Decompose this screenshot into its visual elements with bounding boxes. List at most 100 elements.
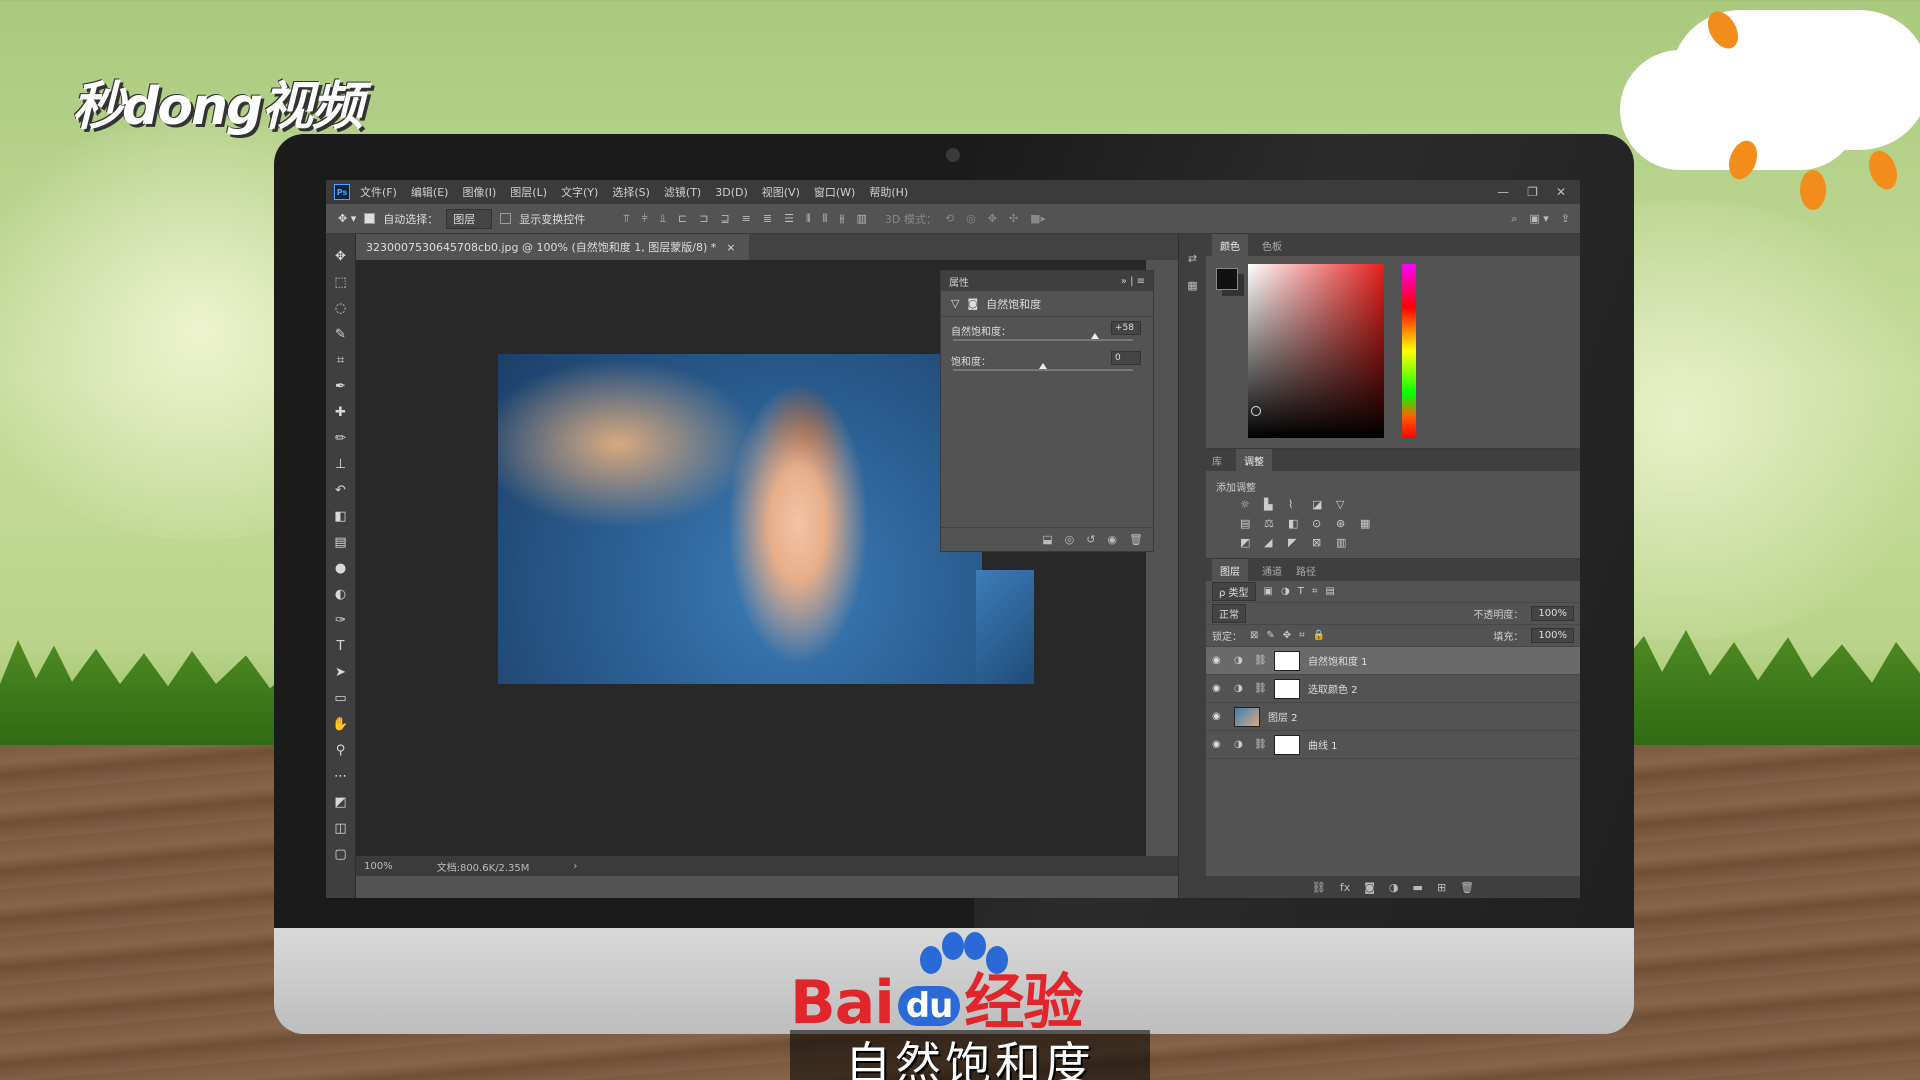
tab-swatches[interactable]: 色板 (1262, 238, 1282, 253)
foreground-background-color-icon[interactable]: ◩ (330, 792, 352, 812)
close-tab-icon[interactable]: × (726, 241, 735, 254)
3d-roll-icon[interactable]: ◎ (966, 212, 976, 225)
align-vcenter-icon[interactable]: ⫩ (641, 212, 647, 226)
align-top-icon[interactable]: ⫪ (623, 212, 629, 226)
minimize-button[interactable]: — (1497, 185, 1509, 199)
new-group-icon[interactable]: ▬ (1413, 881, 1423, 894)
selective-color-icon[interactable]: ⊠ (1312, 536, 1334, 549)
blur-tool-icon[interactable]: ● (330, 558, 352, 578)
tab-layers[interactable]: 图层 (1212, 558, 1248, 582)
lock-artboard-icon[interactable]: ⌗ (1299, 630, 1305, 641)
chain-link-icon[interactable]: ⛓ (1254, 683, 1267, 694)
hue-saturation-icon[interactable]: ▤ (1240, 517, 1262, 530)
link-layers-icon[interactable]: ⛓ (1312, 881, 1326, 894)
tab-libraries[interactable]: 库 (1212, 453, 1222, 468)
visibility-icon[interactable]: ◉ (1107, 533, 1117, 546)
curves-icon[interactable]: ⌇ (1288, 498, 1310, 511)
color-lookup-icon[interactable]: ▦ (1360, 517, 1382, 530)
menu-edit[interactable]: 编辑(E) (411, 184, 449, 200)
lock-transparent-icon[interactable]: ⊠ (1250, 630, 1258, 641)
share-icon[interactable]: ⇪ (1561, 212, 1570, 226)
menu-layer[interactable]: 图层(L) (510, 184, 547, 200)
3d-rotate-icon[interactable]: ⟲ (945, 212, 954, 225)
eraser-tool-icon[interactable]: ◧ (330, 506, 352, 526)
layer-mask-icon[interactable]: ◙ (967, 297, 978, 310)
marquee-tool-icon[interactable]: ⬚ (330, 272, 352, 292)
photo-filter-icon[interactable]: ⊙ (1312, 517, 1334, 530)
layer-filter-dropdown[interactable]: ρ 类型 (1212, 582, 1256, 601)
menu-view[interactable]: 视图(V) (762, 184, 800, 200)
vibrance-slider-thumb[interactable] (1091, 333, 1100, 339)
black-white-icon[interactable]: ◧ (1288, 517, 1310, 530)
distribute-bottom-icon[interactable]: ☰ (784, 212, 794, 226)
lock-all-icon[interactable]: 🔒 (1313, 630, 1325, 641)
eye-icon[interactable]: ◉ (1212, 739, 1226, 750)
hand-tool-icon[interactable]: ✋ (330, 714, 352, 734)
menu-window[interactable]: 窗口(W) (814, 184, 855, 200)
color-picker-cursor[interactable] (1251, 406, 1261, 416)
layer-row[interactable]: ◉ 图层 2 (1206, 703, 1580, 731)
show-transform-checkbox[interactable] (500, 213, 512, 224)
posterize-icon[interactable]: ◢ (1264, 536, 1286, 549)
tab-paths[interactable]: 路径 (1296, 563, 1316, 578)
levels-icon[interactable]: ▙ (1264, 498, 1286, 511)
vibrance-slider[interactable] (953, 333, 1133, 341)
saturation-value-input[interactable]: 0 (1111, 351, 1141, 365)
delete-layer-icon[interactable]: 🗑 (1460, 881, 1474, 894)
screen-mode-icon[interactable]: ▢ (330, 844, 352, 864)
quick-mask-icon[interactable]: ◫ (330, 818, 352, 838)
menu-file[interactable]: 文件(F) (360, 184, 397, 200)
auto-select-dropdown[interactable]: 图层 (446, 208, 493, 229)
fill-input[interactable]: 100% (1531, 628, 1574, 643)
layer-row[interactable]: ◉ ◑ ⛓ 选取颜色 2 (1206, 675, 1580, 703)
distribute-top-icon[interactable]: ≡ (742, 212, 751, 226)
3d-pan-icon[interactable]: ✥ (988, 212, 997, 225)
menu-type[interactable]: 文字(Y) (561, 184, 598, 200)
distribute-right-icon[interactable]: ⫵ (839, 212, 844, 226)
channel-mixer-icon[interactable]: ⊛ (1336, 517, 1358, 530)
document-photo[interactable] (498, 354, 982, 684)
view-previous-icon[interactable]: ◎ (1065, 533, 1075, 546)
zoom-tool-icon[interactable]: ⚲ (330, 740, 352, 760)
color-picker-field[interactable] (1248, 264, 1384, 438)
path-select-tool-icon[interactable]: ➤ (330, 662, 352, 682)
filter-pixel-icon[interactable]: ▣ (1264, 586, 1273, 597)
distribute-hcenter-icon[interactable]: ⦀ (823, 212, 828, 226)
history-brush-tool-icon[interactable]: ↶ (330, 480, 352, 500)
vibrance-value-input[interactable]: +58 (1111, 321, 1141, 335)
tab-color[interactable]: 颜色 (1212, 233, 1248, 257)
zoom-level[interactable]: 100% (364, 861, 393, 872)
menu-filter[interactable]: 滤镜(T) (664, 184, 701, 200)
layer-mask-thumbnail[interactable] (1274, 734, 1300, 755)
distribute-vcenter-icon[interactable]: ≣ (763, 212, 772, 226)
auto-align-icon[interactable]: ▥ (856, 212, 866, 226)
align-right-icon[interactable]: ⊒ (720, 212, 729, 226)
close-button[interactable]: ✕ (1556, 185, 1566, 199)
invert-icon[interactable]: ◩ (1240, 536, 1262, 549)
filter-shape-icon[interactable]: ⌗ (1312, 586, 1318, 597)
filter-type-icon[interactable]: T (1298, 586, 1304, 597)
3d-slide-icon[interactable]: ✣ (1009, 212, 1018, 225)
eye-icon[interactable]: ◉ (1212, 711, 1226, 722)
status-arrow-icon[interactable]: › (573, 861, 577, 872)
filter-adjustment-icon[interactable]: ◑ (1281, 586, 1290, 597)
align-hcenter-icon[interactable]: ⊐ (699, 212, 708, 226)
pen-tool-icon[interactable]: ✑ (330, 610, 352, 630)
properties-panel-icon[interactable]: ▦ (1187, 279, 1197, 292)
search-icon[interactable]: ⌕ (1511, 212, 1517, 226)
eye-icon[interactable]: ◉ (1212, 683, 1226, 694)
hue-slider[interactable] (1402, 264, 1416, 438)
lasso-tool-icon[interactable]: ◌ (330, 298, 352, 318)
document-tab[interactable]: 3230007530645708cb0.jpg @ 100% (自然饱和度 1,… (356, 234, 750, 260)
clip-to-layer-icon[interactable]: ⬓ (1042, 533, 1052, 546)
brightness-contrast-icon[interactable]: ☼ (1240, 498, 1262, 511)
reset-icon[interactable]: ↺ (1086, 533, 1095, 546)
layer-name[interactable]: 图层 2 (1268, 709, 1298, 724)
history-panel-icon[interactable]: ⇄ (1188, 252, 1197, 265)
layer-mask-thumbnail[interactable] (1274, 678, 1300, 699)
saturation-slider-thumb[interactable] (1039, 363, 1047, 369)
layer-row[interactable]: ◉ ◑ ⛓ 曲线 1 (1206, 731, 1580, 759)
brush-tool-icon[interactable]: ✏ (330, 428, 352, 448)
menu-help[interactable]: 帮助(H) (869, 184, 908, 200)
saturation-slider[interactable] (953, 363, 1133, 371)
